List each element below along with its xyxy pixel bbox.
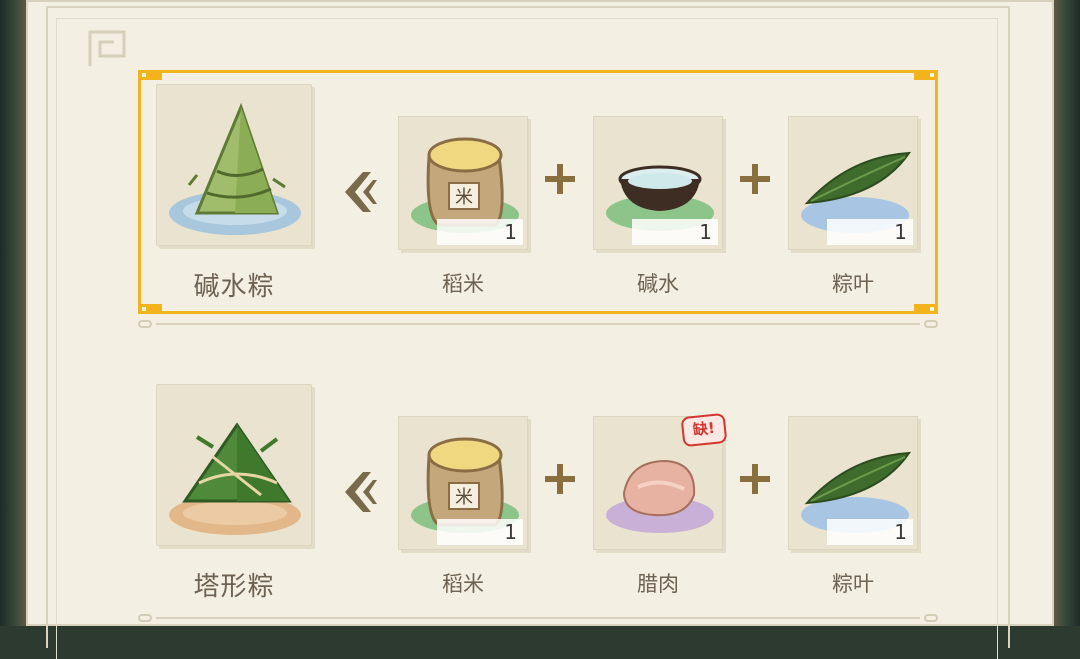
ingredient-count: 1: [437, 219, 523, 245]
recipe-divider: [138, 612, 938, 624]
recipe-row-alkaline-zongzi[interactable]: 碱水粽 米 1 稻米 1 碱水 1 粽叶: [138, 70, 938, 314]
pyramid-zongzi-icon: [169, 102, 301, 235]
missing-badge: 缺!: [680, 412, 728, 448]
ingredient-card-bamboo-leaf[interactable]: 1: [788, 416, 918, 550]
chevron-left-arrow-icon: [345, 472, 377, 512]
ingredient-name: 粽叶: [832, 572, 874, 596]
sack-label: 米: [455, 187, 473, 208]
ingredient-card-alkaline-water[interactable]: 1: [593, 116, 723, 250]
corner-ornament-icon: [88, 30, 126, 66]
ingredient-card-bamboo-leaf[interactable]: 1: [788, 116, 918, 250]
ingredient-card-rice[interactable]: 米 1: [398, 416, 528, 550]
background-left-edge: [0, 0, 26, 626]
recipe-divider: [138, 318, 938, 330]
product-card[interactable]: [156, 384, 312, 546]
product-name: 碱水粽: [193, 272, 275, 302]
plus-icon: [740, 164, 770, 194]
plus-icon: [545, 164, 575, 194]
ingredient-count: 1: [827, 519, 913, 545]
recipe-row-tower-zongzi[interactable]: 塔形粽 米 1 稻米 缺! 腊肉 1 粽叶: [138, 370, 938, 614]
selection-corner: [138, 70, 162, 80]
chevron-left-arrow-icon: [345, 172, 377, 212]
background-right-edge: [1054, 0, 1080, 626]
ingredient-card-rice[interactable]: 米 1: [398, 116, 528, 250]
ingredient-name: 粽叶: [832, 272, 874, 296]
ingredient-name: 腊肉: [637, 572, 679, 596]
plus-icon: [740, 464, 770, 494]
ingredient-name: 稻米: [442, 272, 484, 296]
tower-zongzi-icon: [169, 422, 301, 535]
ingredient-name: 碱水: [637, 272, 679, 296]
selection-corner: [914, 304, 938, 314]
product-name: 塔形粽: [193, 572, 275, 602]
selection-corner: [914, 70, 938, 80]
ingredient-name: 稻米: [442, 572, 484, 596]
ingredient-count: 1: [827, 219, 913, 245]
plus-icon: [545, 464, 575, 494]
ingredient-count: 1: [437, 519, 523, 545]
sack-label: 米: [455, 487, 473, 508]
ingredient-card-cured-meat[interactable]: 缺!: [593, 412, 728, 550]
selection-corner: [138, 304, 162, 314]
ingredient-count: 1: [632, 219, 718, 245]
product-card[interactable]: [156, 84, 312, 246]
